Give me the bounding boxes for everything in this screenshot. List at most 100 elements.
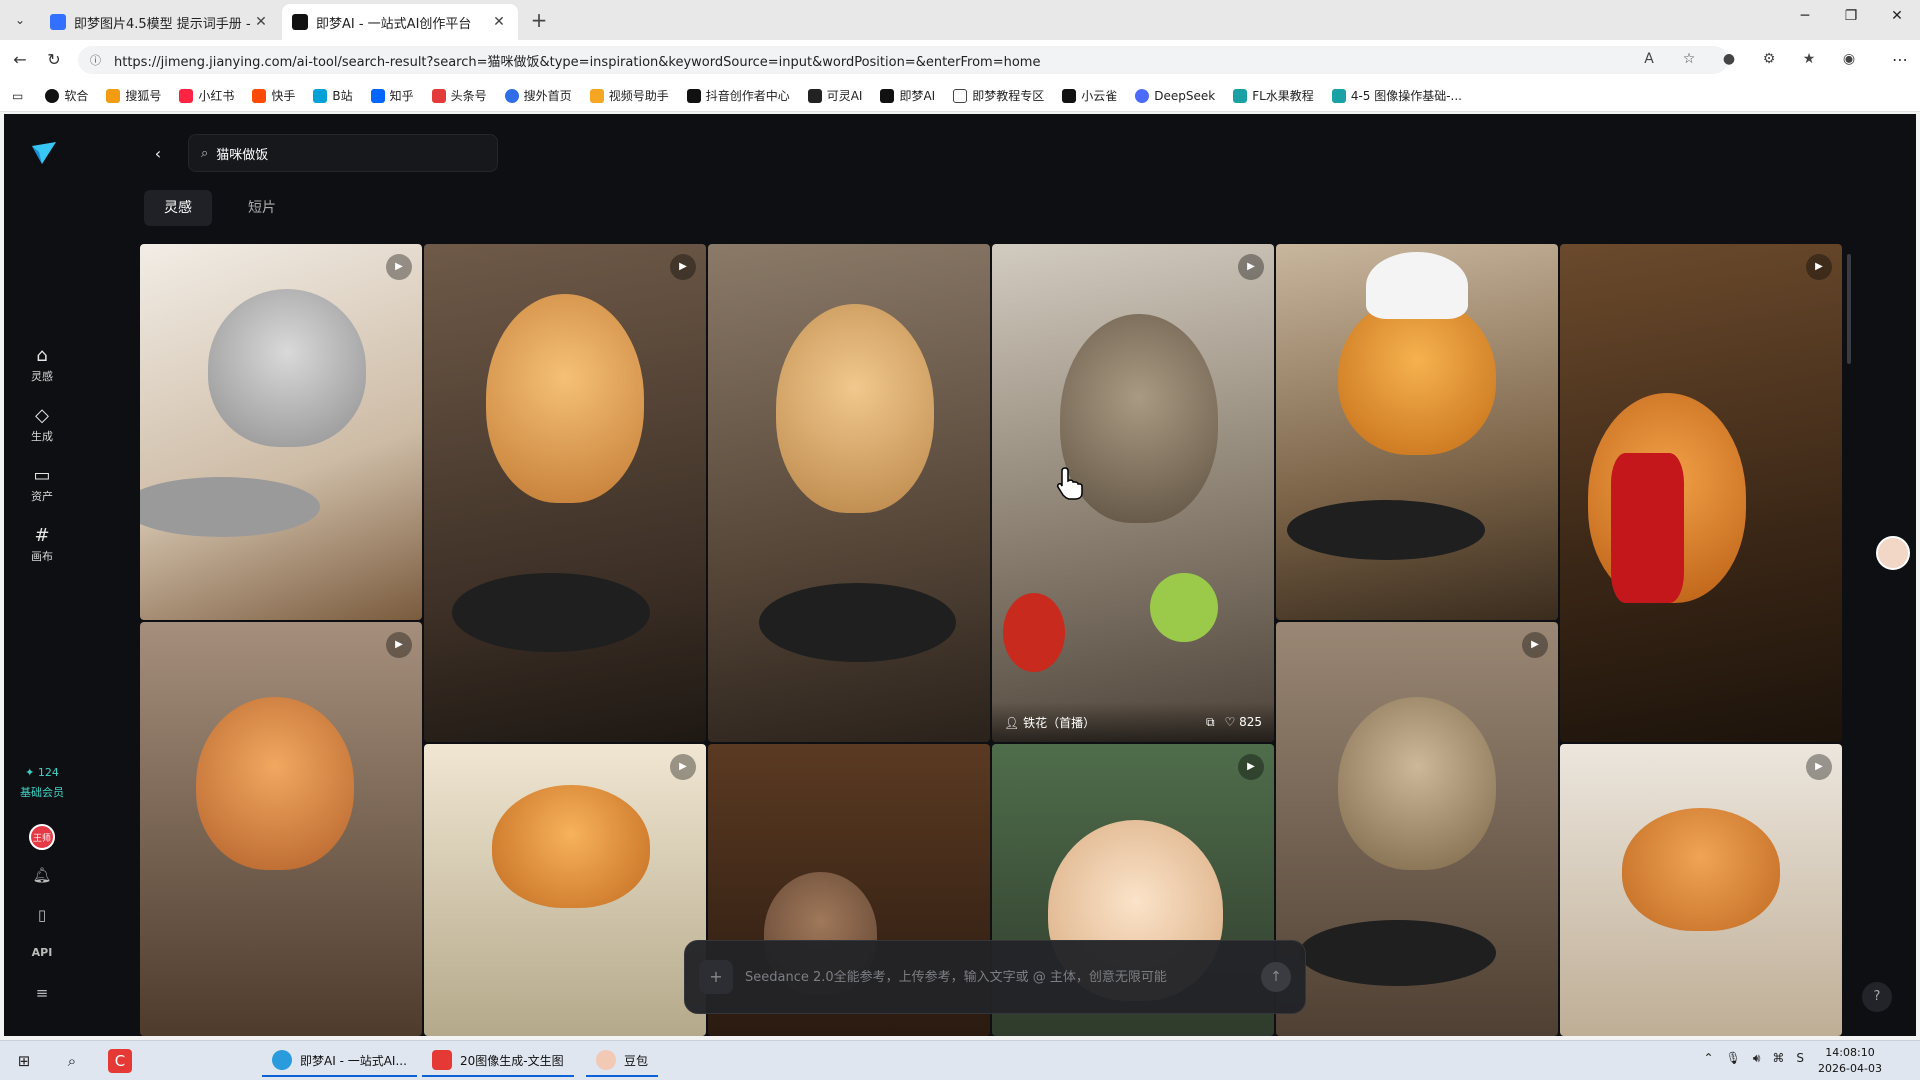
- bookmark[interactable]: 快手: [252, 87, 295, 104]
- bookmark[interactable]: 抖音创作者中心: [686, 87, 790, 104]
- bookmark[interactable]: 即梦教程专区: [953, 87, 1044, 104]
- search-box[interactable]: ⌕: [188, 134, 498, 172]
- pinned-app-icon[interactable]: C: [108, 1049, 132, 1073]
- refresh-icon[interactable]: ↻: [42, 48, 66, 72]
- play-icon[interactable]: ▶: [670, 254, 696, 280]
- assistant-avatar[interactable]: [1876, 536, 1910, 570]
- bookmark[interactable]: 即梦AI: [880, 87, 935, 104]
- microphone-icon[interactable]: 🎙︎: [1726, 1051, 1741, 1066]
- close-icon[interactable]: ✕: [490, 14, 508, 30]
- tab-short-film[interactable]: 短片: [228, 190, 296, 226]
- taskbar-app-doubao[interactable]: 豆包: [586, 1045, 659, 1077]
- taskbar-app-image-gen[interactable]: 20图像生成-文生图: [422, 1045, 574, 1077]
- bookmark[interactable]: DeepSeek: [1135, 88, 1215, 103]
- taskbar-app-edge[interactable]: 即梦AI - 一站式AI...: [262, 1045, 417, 1077]
- bookmark[interactable]: 小云雀: [1062, 87, 1117, 104]
- windows-start-icon[interactable]: ⊞: [12, 1049, 36, 1073]
- membership-badge[interactable]: 基础会员: [12, 784, 72, 800]
- new-tab-plus-icon[interactable]: +: [526, 8, 552, 32]
- prompt-input[interactable]: [745, 969, 1249, 985]
- same-style-icon[interactable]: ⧉: [1206, 715, 1215, 730]
- inspiration-card[interactable]: [1276, 244, 1558, 620]
- bookmark[interactable]: 4-5 图像操作基础-...: [1331, 87, 1462, 104]
- bookmark[interactable]: 知乎: [370, 87, 414, 104]
- inspiration-card[interactable]: ▶: [1276, 622, 1558, 1036]
- tab-list-chevron-icon[interactable]: ⌄: [8, 8, 32, 32]
- card-thumbnail: [1287, 499, 1485, 560]
- play-icon[interactable]: ▶: [1238, 254, 1264, 280]
- volume-icon[interactable]: 🔊︎: [1753, 1051, 1761, 1066]
- page-scrollbar[interactable]: [1847, 254, 1851, 364]
- browser-tab-feishu[interactable]: 即梦图片4.5模型 提示词手册 - 飞书云文档 ✕: [40, 4, 280, 40]
- bookmark[interactable]: 搜外首页: [504, 87, 572, 104]
- inspiration-card[interactable]: [708, 244, 990, 742]
- search-icon[interactable]: ⌕: [60, 1049, 84, 1073]
- inspiration-card[interactable]: ▶: [1560, 244, 1842, 742]
- bookmark[interactable]: 视频号助手: [589, 87, 669, 104]
- sidebar-item-generate[interactable]: ◇ 生成: [14, 400, 70, 448]
- search-input[interactable]: [216, 145, 467, 161]
- app-icon: [432, 1050, 452, 1070]
- points-balance[interactable]: ✦ 124: [12, 766, 72, 779]
- api-link[interactable]: API: [26, 946, 58, 959]
- inspiration-card[interactable]: ▶: [1560, 744, 1842, 1036]
- more-menu-icon[interactable]: ⋯: [1888, 48, 1912, 72]
- favorite-star-icon[interactable]: ☆: [1678, 48, 1700, 70]
- play-icon[interactable]: ▶: [1806, 254, 1832, 280]
- sidebar-item-canvas[interactable]: # 画布: [14, 520, 70, 568]
- profile-icon[interactable]: ◉: [1838, 48, 1860, 70]
- bookmark[interactable]: 头条号: [431, 87, 487, 104]
- play-icon[interactable]: ▶: [386, 254, 412, 280]
- bookmark-icon: [252, 88, 267, 103]
- ime-icon[interactable]: S: [1796, 1051, 1804, 1066]
- menu-icon[interactable]: ≡: [26, 984, 58, 1002]
- minimize-icon[interactable]: ─: [1790, 8, 1820, 32]
- play-icon[interactable]: ▶: [670, 754, 696, 780]
- like-button[interactable]: ♡ 825: [1225, 715, 1262, 729]
- window-close-icon[interactable]: ✕: [1882, 8, 1912, 32]
- inspiration-card[interactable]: ▶: [424, 744, 706, 1036]
- back-arrow-icon[interactable]: ←: [8, 48, 32, 72]
- system-clock[interactable]: 14:08:10 2026-04-03: [1810, 1045, 1890, 1077]
- user-avatar[interactable]: 王师: [29, 824, 55, 850]
- url-text: https://jimeng.jianying.com/ai-tool/sear…: [114, 54, 1041, 70]
- browser-tab-jimeng[interactable]: 即梦AI - 一站式AI创作平台 ✕: [282, 4, 518, 40]
- bookmark-icon: [370, 88, 385, 103]
- inspiration-card[interactable]: ▶: [140, 622, 422, 1036]
- bookmark[interactable]: 可灵AI: [807, 87, 862, 104]
- bookmark[interactable]: 搜狐号: [106, 87, 161, 104]
- bookmark[interactable]: FL水果教程: [1233, 87, 1314, 104]
- extensions-puzzle-icon[interactable]: ⚙: [1758, 48, 1780, 70]
- play-icon[interactable]: ▶: [386, 632, 412, 658]
- sidebar-item-assets[interactable]: ▭ 资产: [14, 460, 70, 508]
- restore-icon[interactable]: ❐: [1836, 8, 1866, 32]
- bookmarks-menu-icon[interactable]: ▭: [12, 89, 23, 103]
- bell-icon[interactable]: 🔔︎: [26, 866, 58, 884]
- read-aloud-icon[interactable]: A: [1638, 48, 1660, 70]
- jimeng-logo-icon[interactable]: [30, 140, 58, 168]
- add-reference-plus-icon[interactable]: +: [699, 960, 733, 994]
- bookmark[interactable]: 小红书: [179, 87, 234, 104]
- sidebar-item-inspiration[interactable]: ⌂ 灵感: [14, 340, 70, 388]
- help-question-icon[interactable]: ?: [1862, 982, 1892, 1012]
- tray-chevron-icon[interactable]: ⌃: [1704, 1051, 1714, 1066]
- inspiration-card[interactable]: ▶: [140, 244, 422, 620]
- play-icon[interactable]: ▶: [1806, 754, 1832, 780]
- favorites-icon[interactable]: ★: [1798, 48, 1820, 70]
- site-info-icon[interactable]: ⓘ: [90, 52, 108, 68]
- card-author[interactable]: 👤︎ 铁花（首播）: [1004, 714, 1206, 731]
- network-icon[interactable]: ⌘: [1772, 1051, 1784, 1066]
- tab-inspiration[interactable]: 灵感: [144, 190, 212, 226]
- send-arrow-icon[interactable]: ↑: [1261, 962, 1291, 992]
- bookmark[interactable]: B站: [313, 87, 353, 104]
- back-chevron-icon[interactable]: ‹: [146, 142, 170, 166]
- phone-icon[interactable]: ▯: [26, 906, 58, 924]
- close-icon[interactable]: ✕: [252, 14, 270, 30]
- inspiration-card-featured[interactable]: ▶ 👤︎ 铁花（首播） ⧉ ♡ 825: [992, 244, 1274, 742]
- address-bar[interactable]: ⓘ https://jimeng.jianying.com/ai-tool/se…: [78, 46, 1728, 74]
- inspiration-card[interactable]: ▶: [424, 244, 706, 742]
- play-icon[interactable]: ▶: [1522, 632, 1548, 658]
- extension-avatar-icon[interactable]: ●: [1718, 48, 1740, 70]
- bookmark[interactable]: 软合: [45, 87, 88, 104]
- play-icon[interactable]: ▶: [1238, 754, 1264, 780]
